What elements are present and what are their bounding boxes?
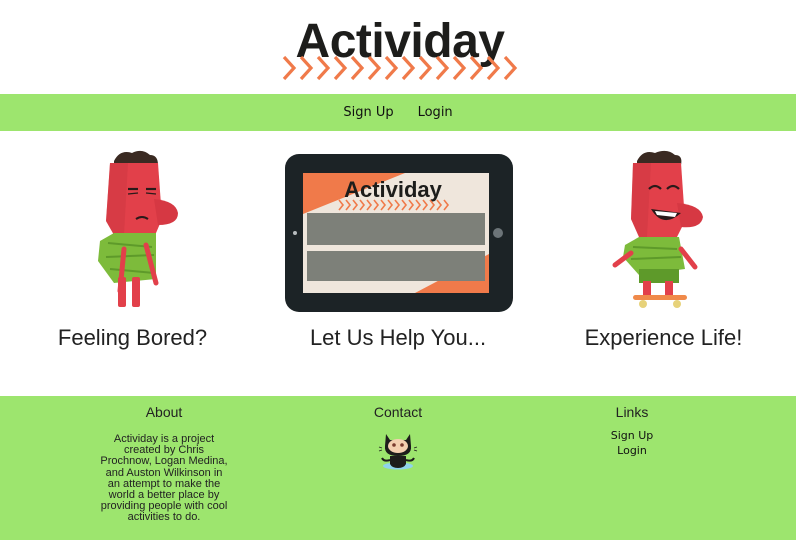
footer-contact: Contact (298, 396, 498, 540)
footer-about-text: Actividay is a project created by Chris … (100, 433, 228, 524)
nav-signup-link[interactable]: Sign Up (343, 105, 393, 120)
footer-links-heading: Links (615, 404, 649, 420)
tablet-screen-title: Actividay (344, 177, 443, 202)
tagline-feeling-bored: Feeling Bored? (57, 325, 208, 350)
footer-about-heading: About (145, 404, 183, 420)
footer-links: Links Sign Up Login (532, 396, 732, 540)
footer-links-list: Sign Up Login (532, 428, 732, 458)
hero-column-bored: Feeling Bored? (0, 131, 265, 396)
footer-login-link[interactable]: Login (532, 443, 732, 458)
tagline-experience-life: Experience Life! (584, 325, 743, 350)
site-header: Actividay (0, 0, 796, 94)
tablet-preview-illustration: Actividay (285, 154, 513, 312)
github-octocat-icon[interactable] (378, 426, 418, 472)
hero-section: Feeling Bored? Actividay Let Us Help You… (0, 131, 796, 396)
skateboarding-character-illustration (612, 150, 703, 308)
hero-column-help: Actividay Let Us Help You... (265, 131, 531, 396)
footer-signup-link[interactable]: Sign Up (532, 428, 732, 443)
hero-column-experience: Experience Life! (531, 131, 796, 396)
site-footer: About Actividay is a project created by … (0, 396, 796, 540)
footer-contact-heading: Contact (373, 404, 423, 420)
main-nav: Sign Up Login (0, 94, 796, 131)
nav-login-link[interactable]: Login (418, 105, 453, 120)
tagline-let-us-help: Let Us Help You... (309, 325, 487, 350)
site-logo[interactable]: Actividay (280, 8, 520, 90)
footer-about: About Actividay is a project created by … (64, 396, 264, 540)
logo-chevrons-icon (282, 55, 518, 81)
bored-character-illustration (98, 150, 178, 307)
